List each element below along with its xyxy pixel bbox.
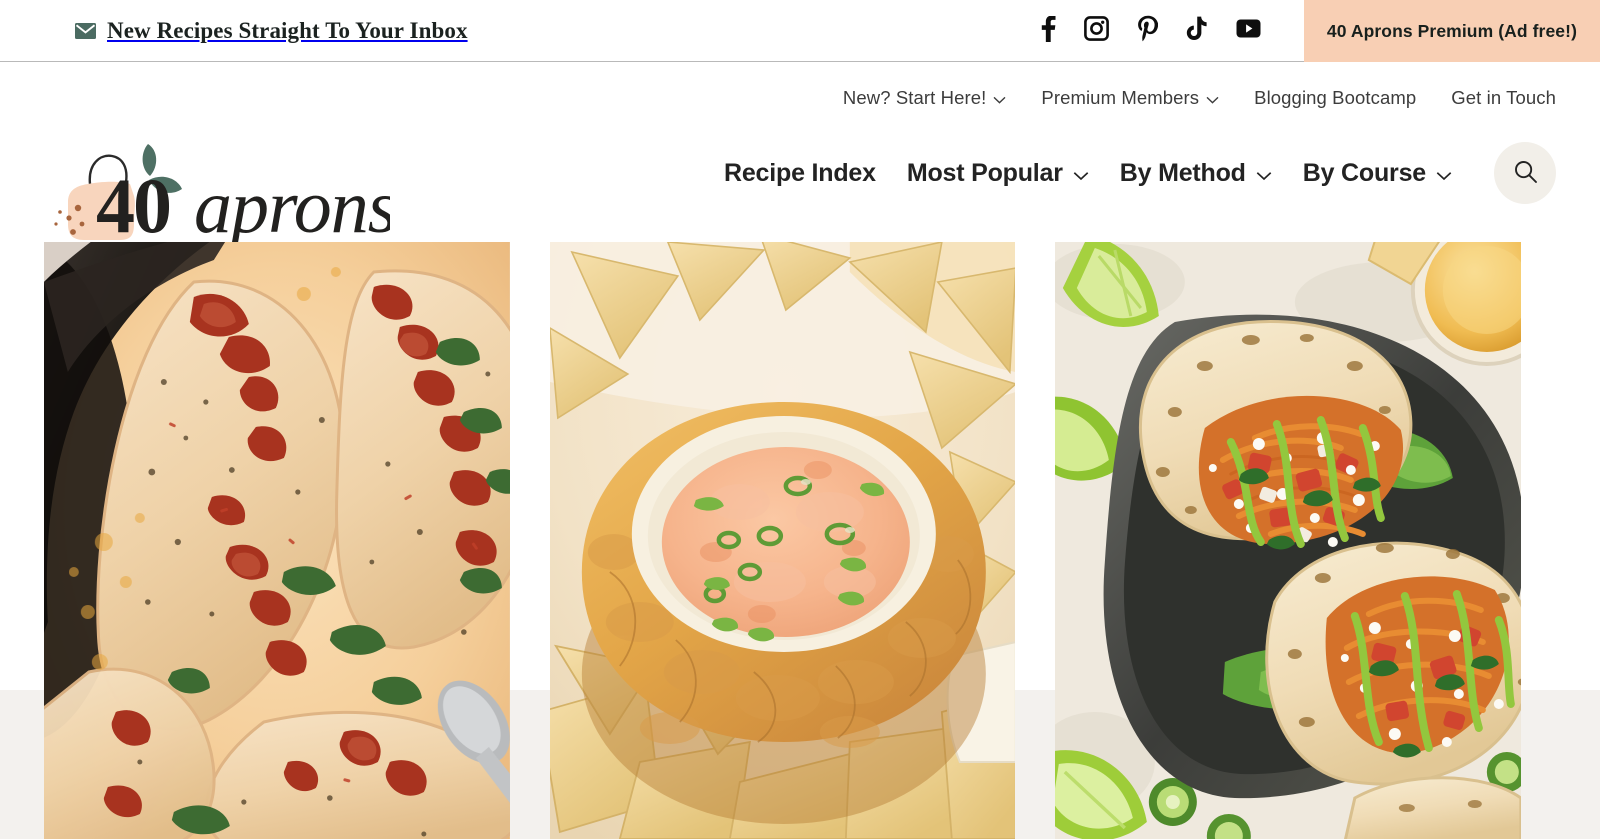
search-button[interactable] — [1494, 142, 1556, 204]
recipe-card-tuscan-chicken[interactable] — [44, 242, 510, 839]
tiktok-icon[interactable] — [1186, 16, 1208, 47]
chevron-down-icon — [1256, 159, 1272, 188]
nav-main-label: By Course — [1302, 158, 1426, 187]
nav-premium-members[interactable]: Premium Members — [1041, 87, 1219, 109]
chevron-down-icon — [1206, 87, 1219, 109]
nav-main-label: Recipe Index — [724, 158, 876, 187]
primary-nav: Recipe Index Most Popular By Method By C… — [724, 142, 1556, 204]
nav-most-popular[interactable]: Most Popular — [907, 159, 1089, 188]
instagram-icon[interactable] — [1083, 16, 1109, 46]
nav-main-label: By Method — [1119, 158, 1246, 187]
youtube-icon[interactable] — [1236, 19, 1261, 43]
site-header: 40 aprons New? Start Here! Premium Membe… — [0, 62, 1600, 249]
newsletter-link[interactable]: New Recipes Straight To Your Inbox — [75, 18, 468, 44]
recipe-card-bread-bowl-queso[interactable] — [549, 242, 1016, 839]
recipe-card-chicken-tinga-tacos[interactable] — [1055, 242, 1522, 839]
site-logo[interactable]: 40 aprons — [44, 140, 397, 249]
recipe-card-grid — [44, 242, 1522, 839]
nav-by-method[interactable]: By Method — [1120, 159, 1272, 188]
nav-top-label: New? Start Here! — [842, 87, 987, 108]
social-links — [1041, 15, 1261, 47]
top-utility-bar: New Recipes Straight To Your Inbox 40 Ap… — [0, 0, 1600, 62]
facebook-icon[interactable] — [1041, 15, 1056, 47]
nav-main-label: Most Popular — [906, 158, 1063, 187]
nav-top-label: Blogging Bootcamp — [1254, 87, 1417, 108]
featured-recipes-section: 2.2K — [0, 242, 1600, 839]
chevron-down-icon — [993, 87, 1006, 109]
nav-get-in-touch[interactable]: Get in Touch — [1451, 87, 1556, 109]
nav-by-course[interactable]: By Course — [1303, 159, 1452, 188]
svg-text:40: 40 — [96, 162, 170, 242]
chevron-down-icon — [1073, 159, 1089, 188]
nav-top-label: Get in Touch — [1451, 87, 1556, 108]
nav-new-start-here[interactable]: New? Start Here! — [843, 87, 1006, 109]
nav-blogging-bootcamp[interactable]: Blogging Bootcamp — [1254, 87, 1416, 109]
envelope-icon — [75, 22, 96, 39]
top-bar-right: 40 Aprons Premium (Ad free!) — [1041, 0, 1600, 62]
secondary-nav: New? Start Here! Premium Members Bloggin… — [843, 87, 1556, 109]
search-icon — [1513, 159, 1538, 187]
nav-top-label: Premium Members — [1041, 87, 1200, 108]
pinterest-icon[interactable] — [1137, 15, 1159, 47]
newsletter-label: New Recipes Straight To Your Inbox — [107, 17, 468, 43]
chevron-down-icon — [1436, 159, 1452, 188]
nav-recipe-index[interactable]: Recipe Index — [724, 159, 876, 188]
svg-text:aprons: aprons — [194, 165, 390, 242]
premium-ad-free-button[interactable]: 40 Aprons Premium (Ad free!) — [1303, 0, 1600, 62]
header-navigation: New? Start Here! Premium Members Bloggin… — [576, 62, 1556, 242]
